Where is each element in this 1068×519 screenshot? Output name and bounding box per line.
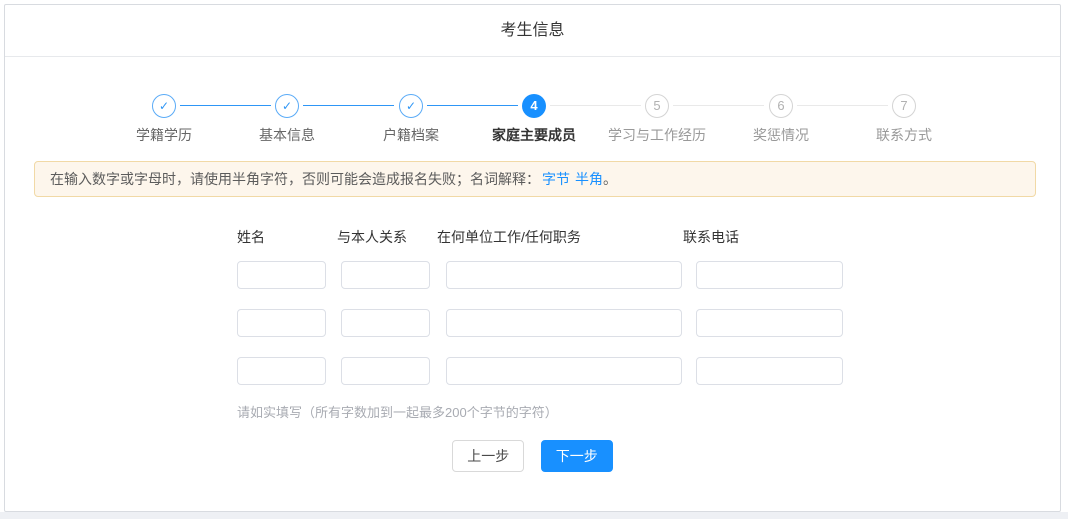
member-row-1 — [237, 261, 837, 289]
column-header-workplace: 在何单位工作/任何职务 — [437, 227, 581, 247]
notice-banner: 在输入数字或字母时，请使用半角字符，否则可能会造成报名失败；名词解释：字节半角。 — [34, 161, 1036, 197]
step-6-circle: 6 — [769, 94, 793, 118]
form-note: 请如实填写（所有字数加到一起最多200个字节的字符） — [237, 402, 837, 421]
workplace-input-row1[interactable] — [446, 261, 682, 289]
step-2-label: 基本信息 — [217, 125, 357, 145]
step-5-label: 学习与工作经历 — [587, 125, 727, 145]
previous-step-button[interactable]: 上一步 — [452, 440, 524, 472]
byte-definition-link[interactable]: 字节 — [542, 171, 570, 187]
column-header-name: 姓名 — [237, 227, 265, 247]
column-header-relation: 与本人关系 — [337, 227, 407, 247]
step-3-household-archive[interactable]: ✓ 户籍档案 — [341, 94, 481, 145]
page-background-strip — [0, 512, 1068, 519]
step-7-circle: 7 — [892, 94, 916, 118]
check-icon: ✓ — [282, 99, 292, 113]
notice-suffix: 。 — [603, 171, 617, 187]
step-2-circle: ✓ — [275, 94, 299, 118]
form-rows — [237, 261, 837, 385]
step-1-label: 学籍学历 — [94, 125, 234, 145]
step-2-basic-info[interactable]: ✓ 基本信息 — [217, 94, 357, 145]
phone-input-row2[interactable] — [696, 309, 843, 337]
form-header-row: 姓名 与本人关系 在何单位工作/任何职务 联系电话 — [237, 227, 837, 247]
relation-input-row1[interactable] — [341, 261, 430, 289]
form-actions: 上一步 下一步 — [5, 440, 1060, 472]
relation-input-row3[interactable] — [341, 357, 430, 385]
step-3-label: 户籍档案 — [341, 125, 481, 145]
name-input-row3[interactable] — [237, 357, 326, 385]
step-4-label: 家庭主要成员 — [464, 125, 604, 145]
step-4-family-members: 4 家庭主要成员 — [464, 94, 604, 145]
relation-input-row2[interactable] — [341, 309, 430, 337]
column-header-phone: 联系电话 — [683, 227, 739, 247]
step-1-circle: ✓ — [152, 94, 176, 118]
member-row-3 — [237, 357, 837, 385]
workplace-input-row3[interactable] — [446, 357, 682, 385]
workplace-input-row2[interactable] — [446, 309, 682, 337]
step-1-school-record[interactable]: ✓ 学籍学历 — [94, 94, 234, 145]
card-header: 考生信息 — [5, 5, 1060, 57]
notice-text: 在输入数字或字母时，请使用半角字符，否则可能会造成报名失败；名词解释： — [50, 171, 540, 187]
step-5-circle: 5 — [645, 94, 669, 118]
phone-input-row1[interactable] — [696, 261, 843, 289]
member-row-2 — [237, 309, 837, 337]
next-step-button[interactable]: 下一步 — [541, 440, 613, 472]
check-icon: ✓ — [159, 99, 169, 113]
page-title: 考生信息 — [5, 5, 1060, 57]
phone-input-row3[interactable] — [696, 357, 843, 385]
name-input-row1[interactable] — [237, 261, 326, 289]
check-icon: ✓ — [406, 99, 416, 113]
candidate-info-card: 考生信息 ✓ 学籍学历 ✓ 基本信息 ✓ 户籍档案 4 家庭主要成员 5 学习与… — [4, 4, 1061, 512]
step-3-circle: ✓ — [399, 94, 423, 118]
step-7-contact-info: 7 联系方式 — [834, 94, 974, 145]
stepper: ✓ 学籍学历 ✓ 基本信息 ✓ 户籍档案 4 家庭主要成员 5 学习与工作经历 … — [5, 94, 1060, 154]
name-input-row2[interactable] — [237, 309, 326, 337]
step-4-circle: 4 — [522, 94, 546, 118]
step-5-study-work-history: 5 学习与工作经历 — [587, 94, 727, 145]
family-members-form: 姓名 与本人关系 在何单位工作/任何职务 联系电话 — [237, 227, 837, 421]
step-6-label: 奖惩情况 — [711, 125, 851, 145]
halfwidth-definition-link[interactable]: 半角 — [575, 171, 603, 187]
step-6-rewards-punishments: 6 奖惩情况 — [711, 94, 851, 145]
step-7-label: 联系方式 — [834, 125, 974, 145]
